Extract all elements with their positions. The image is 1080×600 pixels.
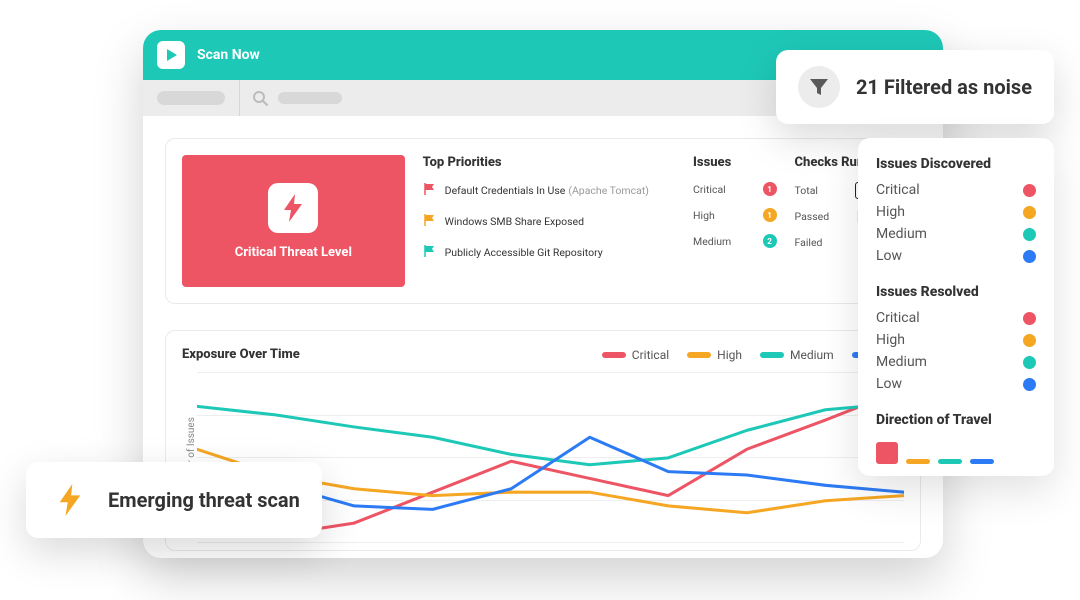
scan-now-button[interactable]: Scan Now [197, 47, 260, 63]
toolbar-divider [239, 80, 240, 116]
severity-row: Medium [876, 226, 1036, 242]
side-panel: Issues Discovered CriticalHighMediumLow … [858, 138, 1054, 476]
emerging-threat-label: Emerging threat scan [108, 488, 300, 512]
legend-medium: Medium [760, 348, 834, 362]
filter-icon [798, 66, 840, 108]
severity-row: High [876, 204, 1036, 220]
severity-row: Low [876, 376, 1036, 392]
direction-indicator [876, 438, 1036, 464]
direction-of-travel-title: Direction of Travel [876, 412, 1036, 428]
bolt-icon [268, 183, 318, 233]
toolbar-placeholder-2 [278, 92, 342, 104]
severity-row: Medium [876, 354, 1036, 370]
filtered-noise-card: 21 Filtered as noise [776, 50, 1054, 124]
threat-level-label: Critical Threat Level [235, 245, 352, 260]
priority-row[interactable]: Windows SMB Share Exposed [423, 213, 675, 230]
top-priorities-title: Top Priorities [423, 155, 675, 170]
search-icon[interactable] [252, 90, 268, 106]
issues-section: Issues Critical1 High1 Medium2 [693, 155, 777, 287]
issues-title: Issues [693, 155, 777, 170]
priority-row[interactable]: Default Credentials In Use(Apache Tomcat… [423, 182, 675, 199]
flag-icon [423, 244, 437, 261]
issue-row: Medium2 [693, 234, 777, 248]
toolbar-placeholder-1 [157, 91, 225, 105]
severity-row: Critical [876, 310, 1036, 326]
issue-row: High1 [693, 208, 777, 222]
severity-row: High [876, 332, 1036, 348]
play-icon[interactable] [157, 41, 185, 69]
severity-row: Critical [876, 182, 1036, 198]
priority-row[interactable]: Publicly Accessible Git Repository [423, 244, 675, 261]
legend-critical: Critical [602, 348, 669, 362]
flag-icon [423, 182, 437, 199]
severity-row: Low [876, 248, 1036, 264]
threat-level-tile: Critical Threat Level [182, 155, 405, 287]
issue-row: Critical1 [693, 182, 777, 196]
legend-high: High [687, 348, 742, 362]
summary-card: Critical Threat Level Top Priorities Def… [165, 138, 921, 304]
flag-icon [423, 213, 437, 230]
issues-discovered-title: Issues Discovered [876, 156, 1036, 172]
filtered-noise-text: 21 Filtered as noise [856, 75, 1032, 99]
bolt-icon [48, 478, 92, 522]
top-priorities-section: Top Priorities Default Credentials In Us… [423, 155, 675, 287]
emerging-threat-card: Emerging threat scan [26, 462, 322, 538]
chart-title: Exposure Over Time [182, 347, 300, 362]
issues-resolved-title: Issues Resolved [876, 284, 1036, 300]
